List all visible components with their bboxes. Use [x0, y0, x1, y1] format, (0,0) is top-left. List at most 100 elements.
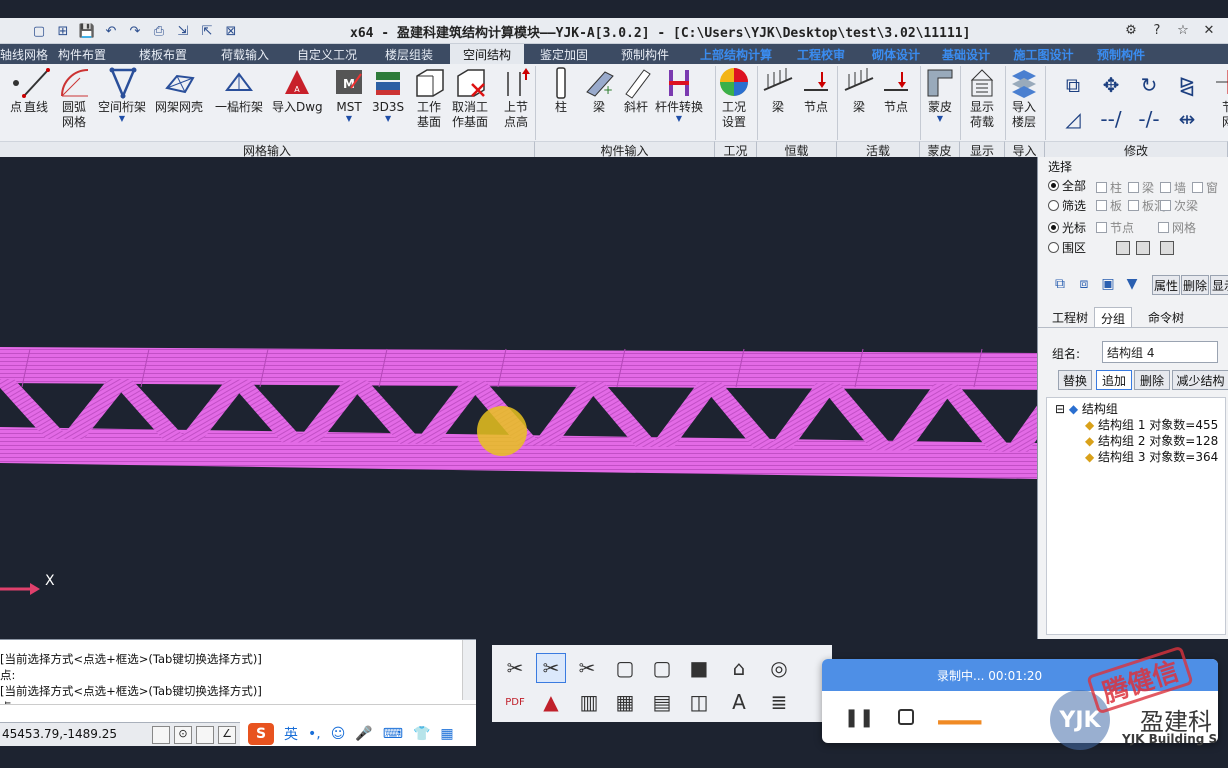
checkbox-box[interactable] [1096, 222, 1107, 233]
settings-icon[interactable]: ⚙ [1122, 21, 1140, 39]
ribbon-3d3s-button[interactable]: 3D3S ▼ [372, 64, 404, 142]
box-view-icon[interactable]: ▢ [610, 653, 640, 683]
extend-icon[interactable]: --/ [1096, 104, 1126, 134]
tree-item[interactable]: ◆ 结构组 2 对象数=128 [1085, 432, 1218, 449]
select-cross-icon[interactable]: ✂ [536, 653, 566, 683]
ribbon-mst-button[interactable]: M MST ▼ [333, 64, 365, 142]
list-icon[interactable]: ≣ [764, 687, 794, 717]
undo-icon[interactable]: ↶ [102, 22, 120, 40]
command-input[interactable] [0, 704, 476, 722]
ortho-toggle[interactable] [152, 726, 170, 744]
tab-7[interactable]: 鉴定加固 [524, 44, 604, 64]
open-icon[interactable]: ⊞ [54, 22, 72, 40]
orbit-icon[interactable]: ◎ [764, 653, 794, 683]
radio-circle[interactable] [1048, 180, 1059, 191]
ribbon-show-load-button[interactable]: 显示 荷载 [966, 64, 998, 142]
radio-circle[interactable] [1048, 222, 1059, 233]
offset-icon[interactable]: ◿ [1058, 104, 1088, 134]
select-overlap-icon[interactable] [1160, 241, 1174, 255]
select-tool-icon[interactable]: ✂ [500, 653, 530, 683]
box-solid-icon[interactable]: ■ [684, 653, 714, 683]
radio-circle[interactable] [1048, 242, 1059, 253]
top-chord[interactable] [0, 347, 1037, 390]
filter-checkbox[interactable]: 墙 [1160, 179, 1186, 196]
ribbon-grid-shell-button[interactable]: 网架网壳 [155, 64, 203, 142]
help-icon[interactable]: ? [1148, 21, 1166, 39]
ribbon-load-case-button[interactable]: 工况 设置 [718, 64, 750, 142]
panel-tab-1[interactable]: 分组 [1094, 307, 1133, 327]
select-poly-icon[interactable] [1136, 241, 1150, 255]
tree-item[interactable]: ◆ 结构组 3 对象数=364 [1085, 448, 1218, 465]
tab-3[interactable]: 荷载输入 [204, 44, 286, 64]
radio-circle[interactable] [1048, 200, 1059, 211]
keyboard-icon[interactable]: ⌨ [383, 726, 403, 742]
filter-checkbox[interactable]: 窗 [1192, 179, 1218, 196]
checkbox-box[interactable] [1128, 200, 1139, 211]
select-radio-1[interactable]: 筛选 [1048, 197, 1086, 214]
tab-4[interactable]: 自定义工况 [286, 44, 368, 64]
tab-2[interactable]: 楼板布置 [122, 44, 204, 64]
text-icon[interactable]: A [724, 687, 754, 717]
filter-checkbox[interactable]: 梁 [1128, 179, 1154, 196]
ribbon-plane-truss-button[interactable]: 一榀桁架 [215, 64, 263, 142]
select-rect-icon[interactable] [1116, 241, 1130, 255]
panel-tab-2[interactable]: 命令树 [1142, 307, 1190, 327]
toolbox-icon[interactable]: ▦ [440, 726, 453, 742]
import-icon[interactable]: ⇱ [198, 22, 216, 40]
filter-checkbox[interactable]: 节点 [1096, 219, 1134, 236]
trim-icon[interactable]: -/- [1134, 104, 1164, 134]
close-icon[interactable]: ✕ [1200, 21, 1218, 39]
ribbon-column-button[interactable]: 柱 [545, 64, 577, 142]
collapse-icon[interactable]: ⊟ [1055, 402, 1069, 416]
mode-radio-0[interactable]: 光标 [1048, 219, 1086, 236]
redo-icon[interactable]: ↷ [126, 22, 144, 40]
box-wire-icon[interactable]: ▢ [647, 653, 677, 683]
diagonal-member[interactable] [1004, 385, 1037, 452]
ime-lang[interactable]: 英 [284, 724, 298, 744]
ribbon-cancel-work-plane-button[interactable]: 取消工 作基面 [452, 64, 488, 142]
group-name-input[interactable]: 结构组 4 [1102, 341, 1218, 363]
mode-radio-1[interactable]: 围区 [1048, 239, 1086, 256]
dropdown-arrow-icon[interactable]: ▼ [385, 115, 391, 123]
building-icon[interactable]: ▥ [574, 687, 604, 717]
rotate-icon[interactable]: ↻ [1134, 70, 1164, 100]
ribbon-import-dwg-button[interactable]: A 导入Dwg [272, 64, 323, 142]
ribbon-skin-button[interactable]: 蒙皮 ▼ [924, 64, 956, 142]
new-icon[interactable]: ▢ [30, 22, 48, 40]
pdf-icon[interactable]: PDF [500, 687, 530, 717]
filter-checkbox[interactable]: 柱 [1096, 179, 1122, 196]
checkbox-box[interactable] [1192, 182, 1203, 193]
funnel-icon[interactable]: ▼ [1122, 276, 1142, 296]
ribbon-live-load-node-button[interactable]: 节点 [880, 64, 912, 142]
filter-checkbox[interactable]: 网格 [1158, 219, 1196, 236]
tree-root[interactable]: ⊟ ◆ 结构组 [1055, 400, 1118, 417]
mic-icon[interactable]: 🎤 [355, 726, 372, 742]
select-radio-0[interactable]: 全部 [1048, 177, 1086, 194]
ribbon-beam-button[interactable]: + 梁 [583, 64, 615, 142]
tab-1[interactable]: 构件布置 [42, 44, 122, 64]
favorite-icon[interactable]: ☆ [1174, 21, 1192, 39]
stretch-icon[interactable]: ⇹ [1172, 104, 1202, 134]
copy-icon[interactable]: ⧉ [1058, 70, 1088, 100]
close-file-icon[interactable]: ⊠ [222, 22, 240, 40]
filter-checkbox[interactable]: 次梁 [1160, 197, 1198, 214]
tab-9[interactable]: 上部结构计算 [686, 44, 786, 64]
save-icon[interactable]: 💾 [78, 22, 96, 40]
tab-6[interactable]: 空间结构 [450, 44, 524, 64]
angle-toggle[interactable]: ∠ [218, 726, 236, 744]
ribbon-brace-button[interactable]: 斜杆 [620, 64, 652, 142]
dropdown-arrow-icon[interactable]: ▼ [676, 115, 682, 123]
group-action-button-0[interactable]: 替换 [1058, 370, 1092, 390]
house-icon[interactable]: ⌂ [724, 653, 754, 683]
filter-select-icon[interactable]: ▣ [1098, 276, 1118, 296]
dropdown-arrow-icon[interactable]: ▼ [119, 115, 125, 123]
group-action-button-3[interactable]: 减少结构 [1172, 370, 1228, 390]
panel-button-0[interactable]: 属性 [1152, 275, 1180, 295]
tab-12[interactable]: 基础设计 [936, 44, 996, 64]
emoji-icon[interactable]: ☺ [331, 726, 346, 742]
panel-button-1[interactable]: 删除 [1181, 275, 1209, 295]
tab-14[interactable]: 预制构件 [1091, 44, 1151, 64]
tab-13[interactable]: 施工图设计 [996, 44, 1091, 64]
panel-tab-0[interactable]: 工程树 [1046, 307, 1094, 327]
tab-10[interactable]: 工程校审 [786, 44, 856, 64]
